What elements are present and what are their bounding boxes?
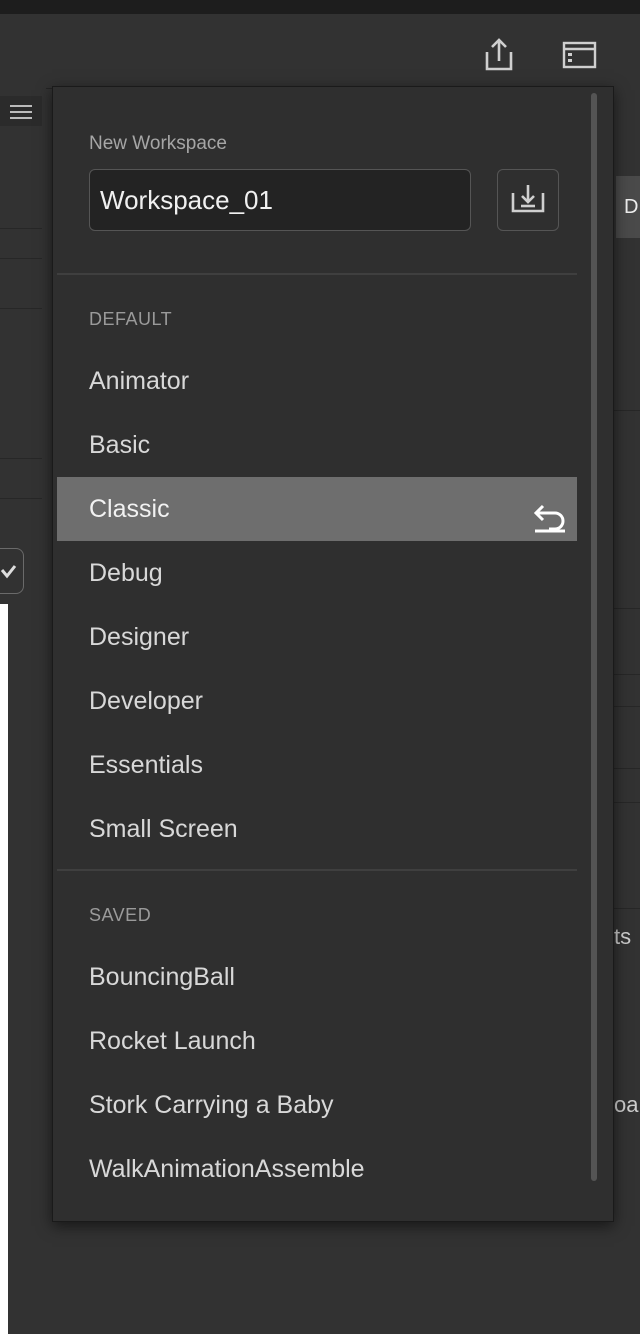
divider: [57, 869, 577, 871]
workspace-item-classic[interactable]: Classic: [57, 477, 577, 541]
workspace-menu: New Workspace Workspace_01 DEFAULT Anima…: [52, 86, 614, 1222]
scrollbar[interactable]: [591, 93, 597, 1181]
title-strip: [0, 0, 640, 15]
right-panel-tab[interactable]: D: [616, 176, 640, 238]
cut-label: ts: [614, 924, 632, 949]
default-section-label: DEFAULT: [89, 309, 173, 329]
cut-label: oa: [614, 1092, 639, 1117]
stage-area: [0, 604, 8, 1334]
workspace-item-label: Classic: [89, 495, 170, 523]
divider: [0, 258, 42, 259]
panel-menu-icon[interactable]: [10, 104, 32, 125]
workspace-item-basic[interactable]: Basic: [57, 413, 577, 477]
workspace-item-essentials[interactable]: Essentials: [57, 733, 577, 797]
save-workspace-icon: [511, 183, 545, 218]
workspace-item-stork[interactable]: Stork Carrying a Baby: [57, 1073, 577, 1137]
workspace-item-small-screen[interactable]: Small Screen: [57, 797, 577, 861]
save-workspace-button[interactable]: [497, 169, 559, 231]
workspace-item-developer[interactable]: Developer: [57, 669, 577, 733]
workspace-item-bouncingball[interactable]: BouncingBall: [57, 945, 577, 1009]
workspace-item-animator[interactable]: Animator: [57, 349, 577, 413]
workspace-item-designer[interactable]: Designer: [57, 605, 577, 669]
panel-layout-icon[interactable]: [560, 36, 598, 74]
new-workspace-label: New Workspace: [89, 133, 227, 154]
left-panel: [0, 88, 46, 1334]
divider: [57, 273, 577, 275]
workspace-item-walk-animation[interactable]: WalkAnimationAssemble: [57, 1137, 577, 1201]
divider: [0, 228, 42, 229]
share-icon[interactable]: [480, 36, 518, 74]
divider: [0, 458, 42, 459]
panel-header: [0, 96, 42, 126]
app-toolbar: [0, 14, 640, 89]
divider: [0, 498, 42, 499]
new-workspace-input[interactable]: Workspace_01: [89, 169, 471, 231]
reset-icon[interactable]: [533, 493, 567, 533]
divider: [0, 308, 42, 309]
saved-section-label: SAVED: [89, 905, 152, 925]
workspace-item-rocket-launch[interactable]: Rocket Launch: [57, 1009, 577, 1073]
dropdown-check-icon[interactable]: [0, 548, 24, 594]
workspace-item-debug[interactable]: Debug: [57, 541, 577, 605]
